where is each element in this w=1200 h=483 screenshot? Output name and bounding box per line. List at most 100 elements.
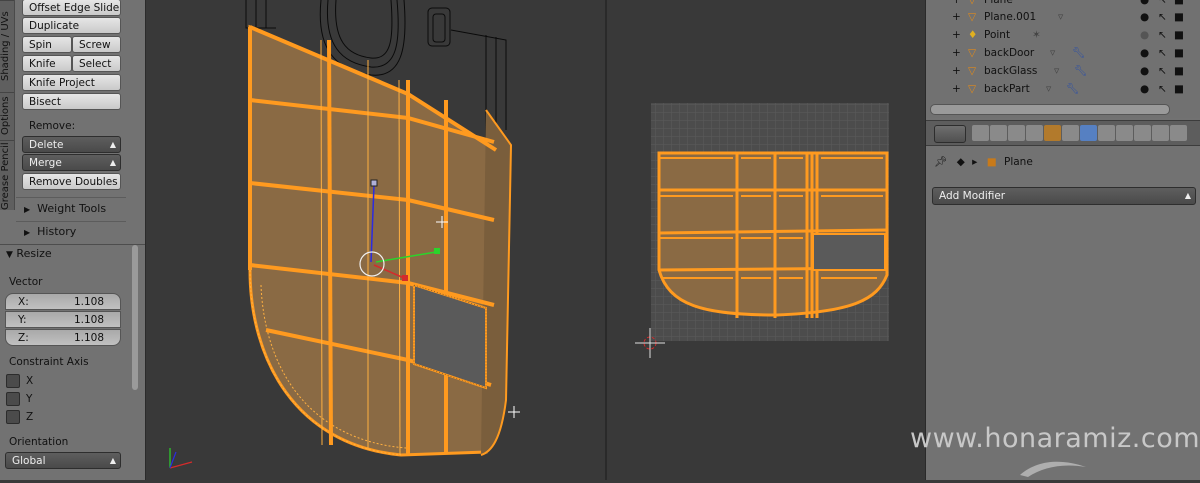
camera-icon[interactable]: ■ — [1174, 44, 1184, 62]
updown-icon: ▲ — [109, 456, 116, 465]
pointer-icon[interactable]: ↖ — [1158, 8, 1167, 26]
constraint-y-checkbox[interactable] — [6, 392, 20, 406]
tab-grease-pencil[interactable]: Grease Pencil — [0, 140, 14, 211]
triangle-down-icon: ▼ — [6, 250, 13, 260]
resize-title: Resize — [16, 247, 52, 260]
particles-tab-icon[interactable] — [1152, 125, 1169, 141]
vector-x-field[interactable]: X: 1.108 — [5, 293, 121, 310]
constraint-x-label: X — [26, 375, 34, 387]
render-tab-icon[interactable] — [972, 125, 989, 141]
eye-icon[interactable]: ● — [1140, 62, 1149, 80]
duplicate-button[interactable]: Duplicate — [22, 17, 121, 34]
outliner-row[interactable]: + ▽ backPart ▿ 🔧︎ ● ↖ ■ — [926, 80, 1200, 98]
constraint-z-checkbox[interactable] — [6, 410, 20, 424]
texture-tab-icon[interactable] — [1134, 125, 1151, 141]
vector-z-value: 1.108 — [73, 332, 104, 344]
vector-x-axis: X: — [18, 296, 29, 308]
mesh-view-3d[interactable] — [146, 0, 603, 480]
expand-icon: + — [952, 65, 961, 77]
vector-z-field[interactable]: Z: 1.108 — [5, 329, 121, 346]
orientation-dropdown[interactable]: Global ▲ — [5, 452, 121, 469]
world-tab-icon[interactable] — [1026, 125, 1043, 141]
updown-icon: ▲ — [109, 140, 116, 149]
knife-project-button[interactable]: Knife Project — [22, 74, 121, 91]
weight-tools-label: Weight Tools — [37, 202, 107, 215]
tool-shelf-scrollbar[interactable] — [131, 0, 139, 480]
camera-icon[interactable]: ■ — [1174, 62, 1184, 80]
scene-tab-icon[interactable] — [1008, 125, 1025, 141]
modifiers-tab-icon[interactable] — [1080, 125, 1097, 141]
3d-viewport[interactable] — [146, 0, 603, 480]
vector-label: Vector — [9, 276, 43, 288]
add-modifier-label: Add Modifier — [939, 190, 1006, 202]
outliner-row[interactable]: + ♦ Point ✶ ● ↖ ■ — [926, 26, 1200, 44]
watermark-logo-icon — [1020, 461, 1086, 477]
select-button[interactable]: Select — [72, 55, 121, 72]
eye-icon[interactable]: ● — [1140, 26, 1149, 44]
constraint-y-label: Y — [26, 393, 33, 405]
mesh-data-icon: ▿ — [1058, 11, 1064, 23]
delete-label: Delete — [29, 139, 64, 151]
constraint-axis-label: Constraint Axis — [9, 356, 89, 368]
watermark: www.honaramiz.com — [910, 423, 1200, 454]
expand-icon: + — [952, 47, 961, 59]
pointer-icon[interactable]: ↖ — [1158, 80, 1167, 98]
object-chain-icon: ◆ — [956, 156, 965, 168]
selected-mesh — [248, 24, 513, 457]
wrench-icon: 🔧︎ — [1072, 47, 1086, 59]
outliner-row[interactable]: + ▽ backGlass ▿ 🔧︎ ● ↖ ■ — [926, 62, 1200, 80]
merge-dropdown[interactable]: Merge ▲ — [22, 154, 121, 171]
layers-tab-icon[interactable] — [990, 125, 1007, 141]
camera-icon[interactable]: ■ — [1174, 26, 1184, 44]
editor-type-button[interactable] — [934, 125, 966, 143]
pointer-icon[interactable]: ↖ — [1158, 44, 1167, 62]
outliner-item-name: Point — [984, 29, 1011, 41]
uv-editor-viewport[interactable] — [605, 0, 925, 480]
constraint-x-checkbox[interactable] — [6, 374, 20, 388]
physics-tab-icon[interactable] — [1170, 125, 1187, 141]
spin-button[interactable]: Spin — [22, 36, 72, 53]
tool-shelf: Shading / UVs Options Grease Pencil Offs… — [0, 0, 146, 480]
outliner-horizontal-scrollbar[interactable] — [930, 104, 1170, 115]
pin-icon[interactable]: 📌︎ — [934, 156, 947, 168]
right-panel: + ▽ Plane ● ↖ ■ + ▽ Plane.001 ▿ ● ↖ ■ + … — [925, 0, 1200, 480]
mesh-object-icon: ▽ — [968, 83, 977, 95]
outliner-item-name: backGlass — [984, 65, 1038, 77]
pointer-icon[interactable]: ↖ — [1158, 26, 1167, 44]
uv-islands[interactable] — [657, 151, 889, 318]
tab-shading-uvs[interactable]: Shading / UVs — [0, 0, 14, 91]
mesh-data-icon: ▿ — [1054, 65, 1060, 77]
eye-icon[interactable]: ● — [1140, 44, 1149, 62]
mesh-data-icon: ▿ — [1046, 83, 1052, 95]
offset-edge-slide-button[interactable]: Offset Edge Slide — [22, 0, 121, 16]
uv-map-view[interactable] — [607, 0, 925, 480]
bisect-button[interactable]: Bisect — [22, 93, 121, 110]
eye-icon[interactable]: ● — [1140, 80, 1149, 98]
vector-y-field[interactable]: Y: 1.108 — [5, 311, 121, 328]
object-tab-icon[interactable] — [1044, 125, 1061, 141]
eye-icon[interactable]: ● — [1140, 8, 1149, 26]
outliner-row[interactable]: + ▽ Plane.001 ▿ ● ↖ ■ — [926, 8, 1200, 26]
constraints-tab-icon[interactable] — [1062, 125, 1079, 141]
knife-button[interactable]: Knife — [22, 55, 72, 72]
expand-icon: + — [952, 29, 961, 41]
weight-tools-panel-header[interactable]: ▶ Weight Tools — [24, 202, 106, 215]
mesh-object-icon: ▽ — [968, 65, 977, 77]
outliner-item-name: Plane.001 — [984, 11, 1037, 23]
resize-panel-header[interactable]: ▼ Resize — [6, 247, 52, 260]
camera-icon[interactable]: ■ — [1174, 80, 1184, 98]
pointer-icon[interactable]: ↖ — [1158, 62, 1167, 80]
camera-icon[interactable]: ■ — [1174, 8, 1184, 26]
screw-button[interactable]: Screw — [72, 36, 121, 53]
delete-dropdown[interactable]: Delete ▲ — [22, 136, 121, 153]
outliner-row[interactable]: + ▽ backDoor ▿ 🔧︎ ● ↖ ■ — [926, 44, 1200, 62]
tab-options[interactable]: Options — [0, 92, 14, 139]
chevron-right-icon: ▸ — [972, 156, 978, 168]
add-modifier-dropdown[interactable]: Add Modifier ▲ — [932, 187, 1196, 205]
history-panel-header[interactable]: ▶ History — [24, 225, 76, 238]
lamp-icon: ♦ — [968, 29, 978, 41]
data-tab-icon[interactable] — [1098, 125, 1115, 141]
material-tab-icon[interactable] — [1116, 125, 1133, 141]
wrench-icon: 🔧︎ — [1074, 65, 1088, 77]
remove-doubles-button[interactable]: Remove Doubles — [22, 173, 121, 190]
